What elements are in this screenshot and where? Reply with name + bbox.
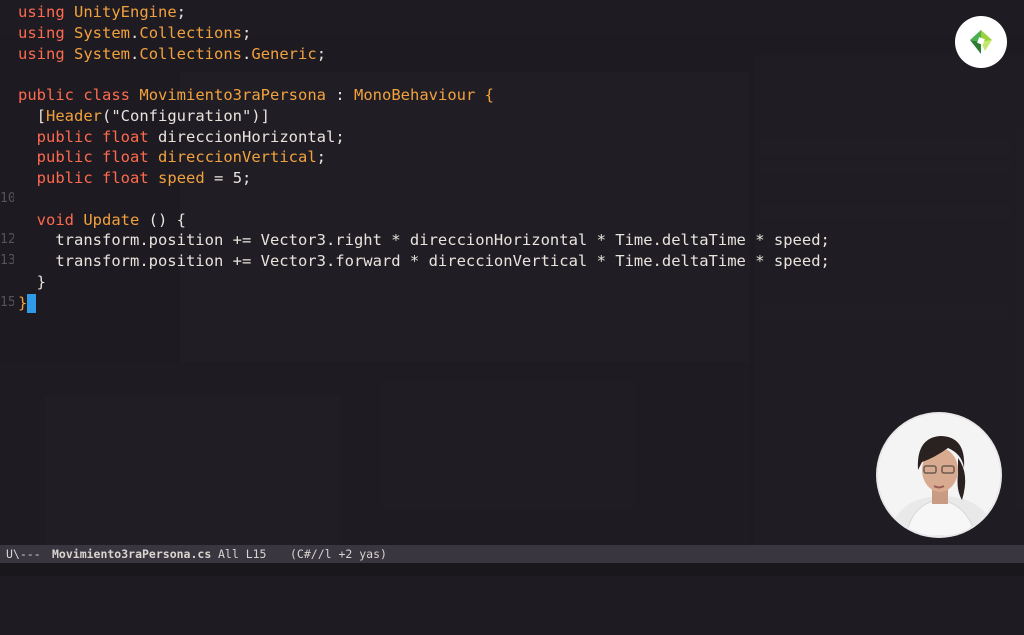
code-line[interactable]: using UnityEngine; (18, 2, 830, 23)
line-number: 12 (0, 232, 14, 248)
code-token: using (18, 23, 65, 42)
code-line[interactable]: public class Movimiento3raPersona : Mono… (18, 85, 830, 106)
code-token: . (130, 23, 140, 42)
code-line[interactable]: } (18, 293, 830, 314)
code-line[interactable]: public float speed = 5; (18, 168, 830, 189)
code-token: () { (139, 210, 187, 229)
code-token: using (18, 44, 65, 63)
line-number (0, 2, 14, 23)
line-number (0, 127, 14, 148)
code-line[interactable] (18, 64, 830, 85)
line-number (0, 210, 14, 231)
line-number (0, 106, 14, 127)
cursor-position: All L15 (218, 547, 267, 561)
code-token: Header (46, 106, 102, 125)
code-token: } (18, 272, 46, 291)
minibuffer[interactable] (0, 563, 1024, 576)
code-line[interactable]: using System.Collections.Generic; (18, 44, 830, 65)
code-token: [ (18, 106, 46, 125)
code-token: UnityEngine (74, 3, 177, 21)
code-token: speed (158, 169, 205, 187)
code-token: public (18, 86, 74, 104)
code-token: public (36, 127, 93, 146)
code-token: Update (83, 210, 140, 229)
line-number: 13 (0, 253, 14, 268)
code-line[interactable]: transform.position += Vector3.forward * … (18, 251, 830, 272)
code-token: ; (316, 148, 327, 167)
line-number (0, 23, 14, 44)
code-token: float (102, 169, 149, 187)
code-token: : (326, 86, 354, 104)
line-number: 15 (0, 294, 14, 310)
code-token: transform.position += Vector3.forward * … (18, 252, 830, 270)
buffer-filename: Movimiento3raPersona.cs (52, 547, 212, 561)
buffer-state: U\--- (6, 547, 41, 561)
code-buffer[interactable]: using UnityEngine; using System.Collectio… (18, 2, 830, 313)
code-token: ; (242, 23, 252, 42)
text-cursor (27, 293, 37, 313)
presenter-webcam (878, 414, 1000, 536)
code-token: Generic (251, 44, 317, 63)
code-token: float (102, 148, 149, 167)
code-line[interactable]: public float direccionVertical; (18, 147, 830, 168)
code-line[interactable]: void Update () { (18, 210, 830, 231)
code-token: ("Configuration")] (102, 106, 270, 125)
line-number-gutter: 10 12 13 15 (0, 2, 14, 313)
code-token: public (36, 148, 93, 167)
major-mode: (C#//l +2 yas) (290, 547, 387, 561)
line-number (0, 44, 14, 65)
line-number (0, 168, 14, 189)
code-token: . (130, 44, 140, 63)
brand-logo-icon (955, 16, 1007, 68)
code-token: System (74, 44, 131, 63)
code-token: direccionVertical (158, 148, 317, 167)
code-token: { (475, 86, 494, 104)
code-line[interactable]: } (18, 272, 830, 293)
code-editor[interactable]: 10 12 13 15 using UnityEngine; using Syste… (0, 0, 1024, 545)
code-token: public (36, 169, 93, 187)
line-number (0, 147, 14, 168)
line-number (0, 64, 14, 85)
code-token: } (18, 293, 28, 312)
code-token: . (242, 44, 252, 63)
code-line[interactable]: using System.Collections; (18, 23, 830, 44)
code-token: direccionHorizontal; (148, 127, 345, 146)
code-token: using (18, 3, 65, 21)
code-line[interactable]: public float direccionHorizontal; (18, 127, 830, 148)
code-line[interactable] (18, 189, 830, 210)
code-token: = 5; (204, 169, 252, 187)
code-token: ; (316, 44, 327, 63)
code-token: System (74, 23, 131, 42)
line-number: 10 (0, 190, 14, 206)
code-token: Collections (139, 44, 243, 63)
code-token: Movimiento3raPersona (139, 86, 326, 104)
line-number (0, 85, 14, 106)
line-number (0, 272, 14, 293)
code-token: void (36, 210, 74, 229)
code-token: MonoBehaviour (354, 86, 476, 104)
code-token: class (83, 86, 131, 104)
code-line[interactable]: transform.position += Vector3.right * di… (18, 230, 830, 251)
code-token: ; (176, 3, 187, 21)
code-token: transform.position += Vector3.right * di… (18, 231, 830, 250)
code-token: Collections (139, 23, 243, 42)
status-modeline: U\--- Movimiento3raPersona.cs All L15 (C… (0, 545, 1024, 563)
code-line[interactable]: [Header("Configuration")] (18, 106, 830, 127)
code-token: float (102, 127, 149, 146)
